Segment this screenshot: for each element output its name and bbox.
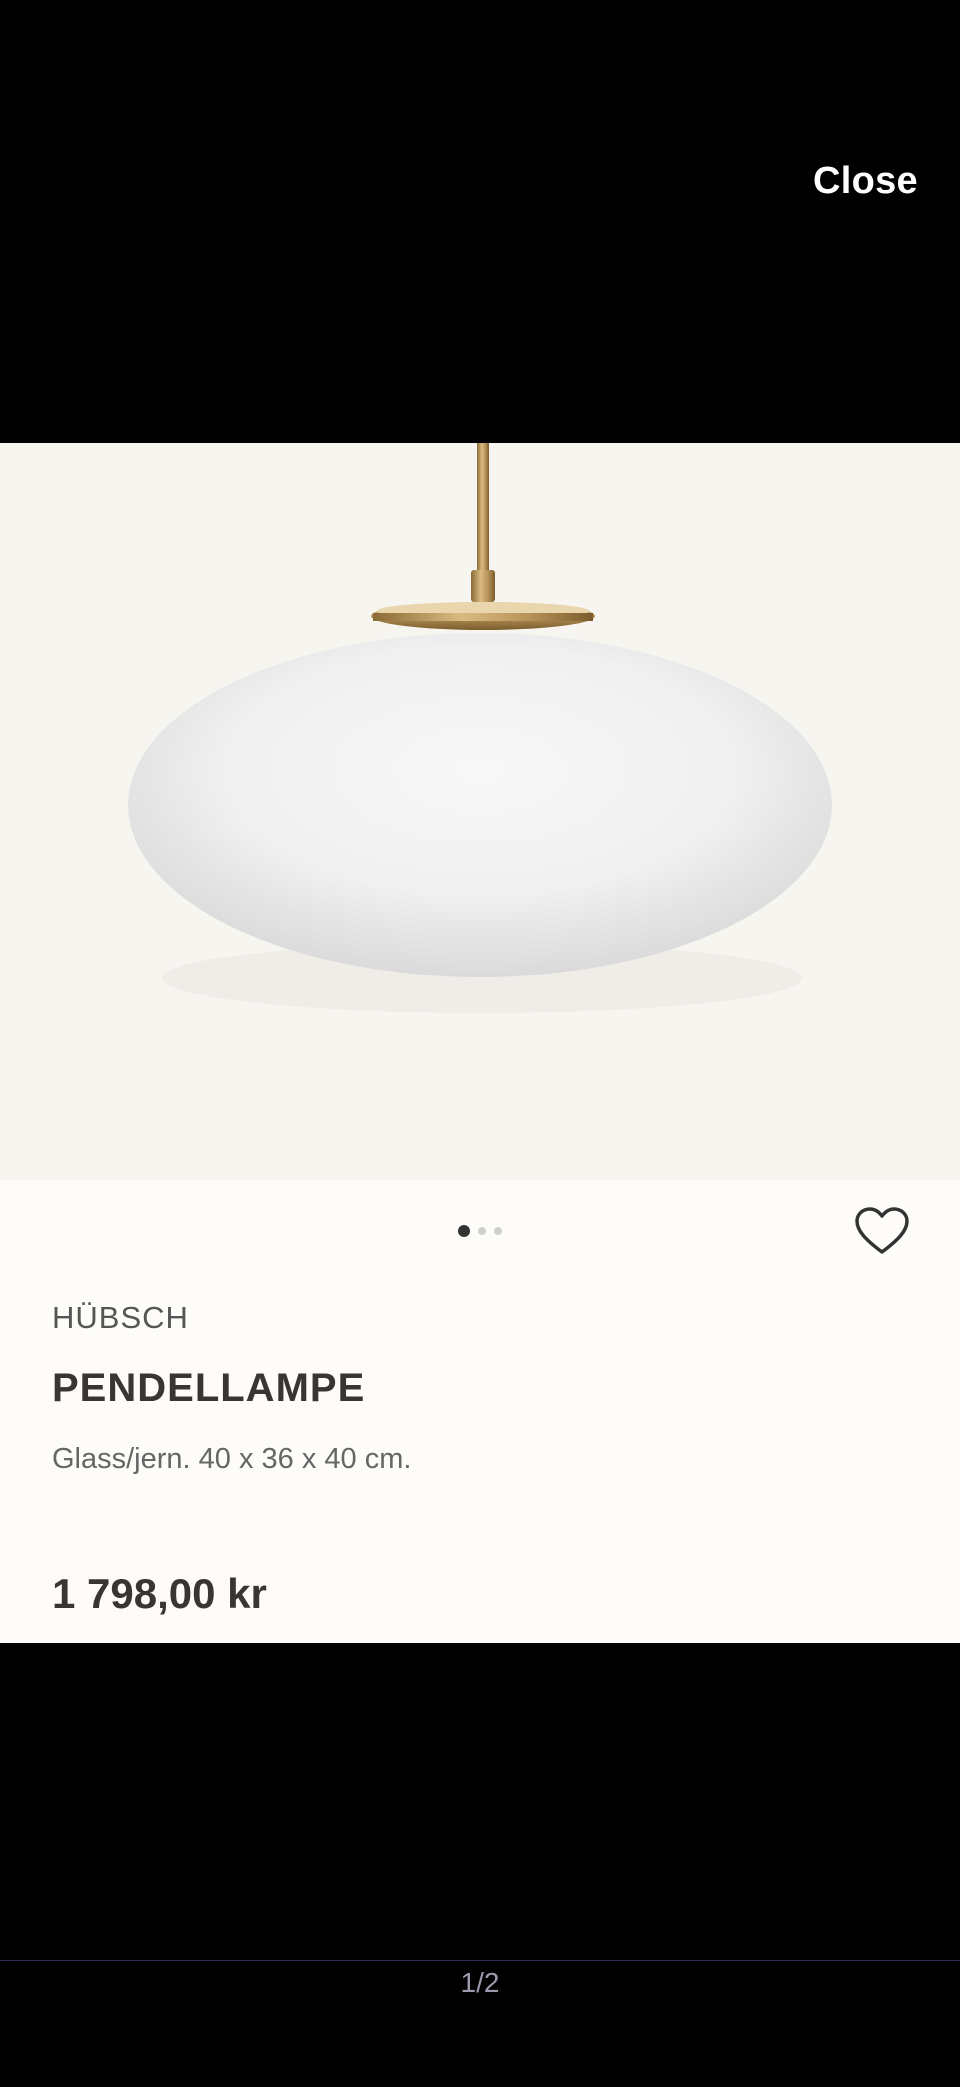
close-button[interactable]: Close bbox=[813, 160, 918, 203]
carousel-dot-3[interactable] bbox=[494, 1227, 502, 1235]
product-brand: HÜBSCH bbox=[52, 1300, 189, 1335]
page-indicator: 1/2 bbox=[460, 1967, 500, 1998]
favorite-button[interactable] bbox=[854, 1206, 910, 1256]
divider bbox=[0, 1960, 960, 1961]
product-image[interactable] bbox=[0, 443, 960, 1180]
product-card: HÜBSCH PENDELLAMPE Glass/jern. 40 x 36 x… bbox=[0, 443, 960, 1643]
image-carousel-dots[interactable] bbox=[0, 1221, 960, 1241]
product-price: 1 798,00 kr bbox=[52, 1570, 267, 1617]
product-title: PENDELLAMPE bbox=[52, 1366, 366, 1410]
carousel-dot-2[interactable] bbox=[478, 1227, 486, 1235]
pendant-lamp-image bbox=[128, 443, 832, 1013]
carousel-dot-1[interactable] bbox=[458, 1225, 470, 1237]
heart-icon bbox=[855, 1207, 909, 1254]
product-description: Glass/jern. 40 x 36 x 40 cm. bbox=[52, 1443, 412, 1475]
